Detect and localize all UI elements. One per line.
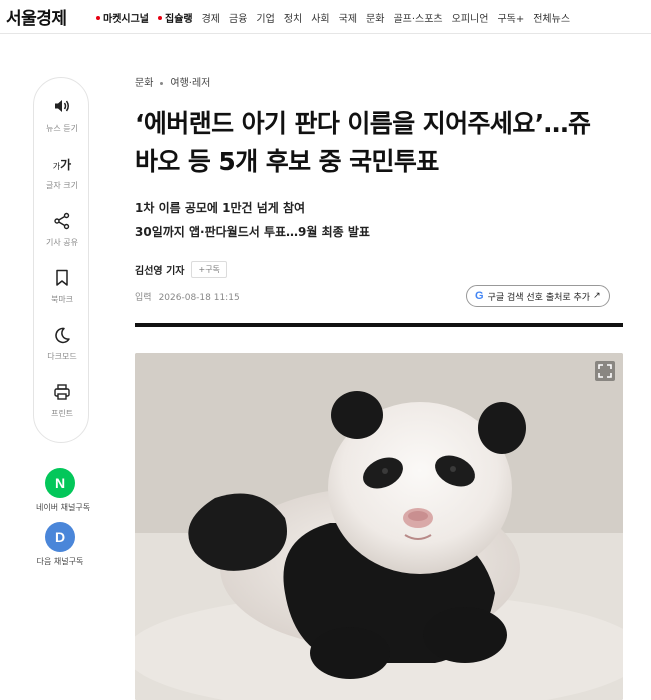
site-logo[interactable]: 서울경제 xyxy=(6,4,67,29)
nav-item-society[interactable]: 사회 xyxy=(311,10,329,25)
follow-author-button[interactable]: +구독 xyxy=(191,261,227,278)
nav-item-politics[interactable]: 정치 xyxy=(284,10,302,25)
printer-icon xyxy=(34,383,90,403)
share-article-button[interactable]: 기사 공유 xyxy=(34,212,90,248)
date-label: 입력 xyxy=(135,293,152,303)
nav-item-international[interactable]: 국제 xyxy=(339,10,357,25)
nav-item-culture[interactable]: 문화 xyxy=(366,10,384,25)
nav-item-golf-sports[interactable]: 골프·스포츠 xyxy=(393,10,442,25)
nav-item-market-signal[interactable]: 마켓시그널 xyxy=(96,10,149,25)
tool-label: 북마크 xyxy=(50,295,74,304)
google-icon: G xyxy=(475,290,484,302)
nav-item-subscribe[interactable]: 구독+ xyxy=(497,10,524,25)
article-photo[interactable] xyxy=(135,353,623,700)
tool-label: 기사 공유 xyxy=(46,238,78,247)
moon-icon xyxy=(34,326,90,346)
headline-line: 바오 등 5개 후보 중 국민투표 xyxy=(135,147,439,176)
naver-icon: N xyxy=(45,468,75,498)
daum-icon: D xyxy=(45,522,75,552)
dark-mode-toggle[interactable]: 다크모드 xyxy=(34,326,90,362)
nav-item-opinion[interactable]: 오피니언 xyxy=(452,10,489,25)
byline: 김선영 기자 +구독 xyxy=(135,261,227,278)
share-icon xyxy=(34,212,90,232)
tool-label: 뉴스 듣기 xyxy=(46,124,78,133)
google-preferred-source-button[interactable]: G 구글 검색 선호 출처로 추가 ↗ xyxy=(466,285,610,307)
breadcrumb: 문화 여행·레저 xyxy=(135,74,210,89)
bookmark-icon xyxy=(34,269,90,289)
nav-item-economy[interactable]: 경제 xyxy=(202,10,220,25)
breadcrumb-section[interactable]: 문화 xyxy=(135,78,153,89)
nav-item-finance[interactable]: 금융 xyxy=(229,10,247,25)
article-tools-rail: 뉴스 듣기 가가 글자 크기 기사 공유 북마크 다크모드 프린트 xyxy=(33,77,89,443)
nav-item-jipslang[interactable]: 집슐랭 xyxy=(158,10,193,25)
naver-subscribe-button[interactable]: N 네이버 채널구독 xyxy=(36,468,91,513)
external-arrow-icon: ↗ xyxy=(593,291,601,301)
daum-subscribe-label: 다음 채널구독 xyxy=(36,557,84,566)
tool-label: 다크모드 xyxy=(47,352,77,361)
breadcrumb-subsection[interactable]: 여행·레저 xyxy=(170,78,210,89)
listen-news-button[interactable]: 뉴스 듣기 xyxy=(34,98,90,134)
speaker-icon xyxy=(34,98,90,118)
header-divider xyxy=(135,323,623,327)
top-navigation-bar: 서울경제 마켓시그널 집슐랭 경제 금융 기업 정치 사회 국제 문화 골프·스… xyxy=(0,0,651,34)
font-size-icon: 가가 xyxy=(52,158,72,172)
date-value: 2026-08-18 11:15 xyxy=(158,293,240,303)
hot-dot-icon xyxy=(96,16,100,20)
tool-label: 프린트 xyxy=(50,409,74,418)
subhead-line: 1차 이름 공모에 1만건 넘게 참여 xyxy=(135,201,306,215)
subhead-line: 30일까지 앱·판다월드서 투표…9월 최종 발표 xyxy=(135,225,370,239)
daum-subscribe-button[interactable]: D 다음 채널구독 xyxy=(36,522,84,567)
author-name[interactable]: 김선영 기자 xyxy=(135,262,184,277)
bookmark-button[interactable]: 북마크 xyxy=(34,269,90,305)
publish-date: 입력 2026-08-18 11:15 xyxy=(135,290,240,303)
article-headline: ‘에버랜드 아기 판다 이름을 지어주세요’…쥬 바오 등 5개 후보 중 국민… xyxy=(135,105,635,181)
main-nav: 마켓시그널 집슐랭 경제 금융 기업 정치 사회 국제 문화 골프·스포츠 오피… xyxy=(96,10,579,25)
tool-label: 글자 크기 xyxy=(46,181,78,190)
google-pref-label: 구글 검색 선호 출처로 추가 xyxy=(487,292,591,303)
headline-line: ‘에버랜드 아기 판다 이름을 지어주세요’…쥬 xyxy=(135,109,591,138)
font-size-button[interactable]: 가가 글자 크기 xyxy=(34,155,90,191)
naver-subscribe-label: 네이버 채널구독 xyxy=(36,503,91,512)
hot-dot-icon xyxy=(158,16,162,20)
expand-image-icon[interactable] xyxy=(595,361,615,381)
panda-cub-image xyxy=(135,353,623,700)
article-subheadline: 1차 이름 공모에 1만건 넘게 참여 30일까지 앱·판다월드서 투표…9월 … xyxy=(135,196,370,244)
print-button[interactable]: 프린트 xyxy=(34,383,90,419)
nav-item-business[interactable]: 기업 xyxy=(256,10,274,25)
breadcrumb-separator xyxy=(160,81,164,85)
nav-item-all-news[interactable]: 전체뉴스 xyxy=(533,10,570,25)
